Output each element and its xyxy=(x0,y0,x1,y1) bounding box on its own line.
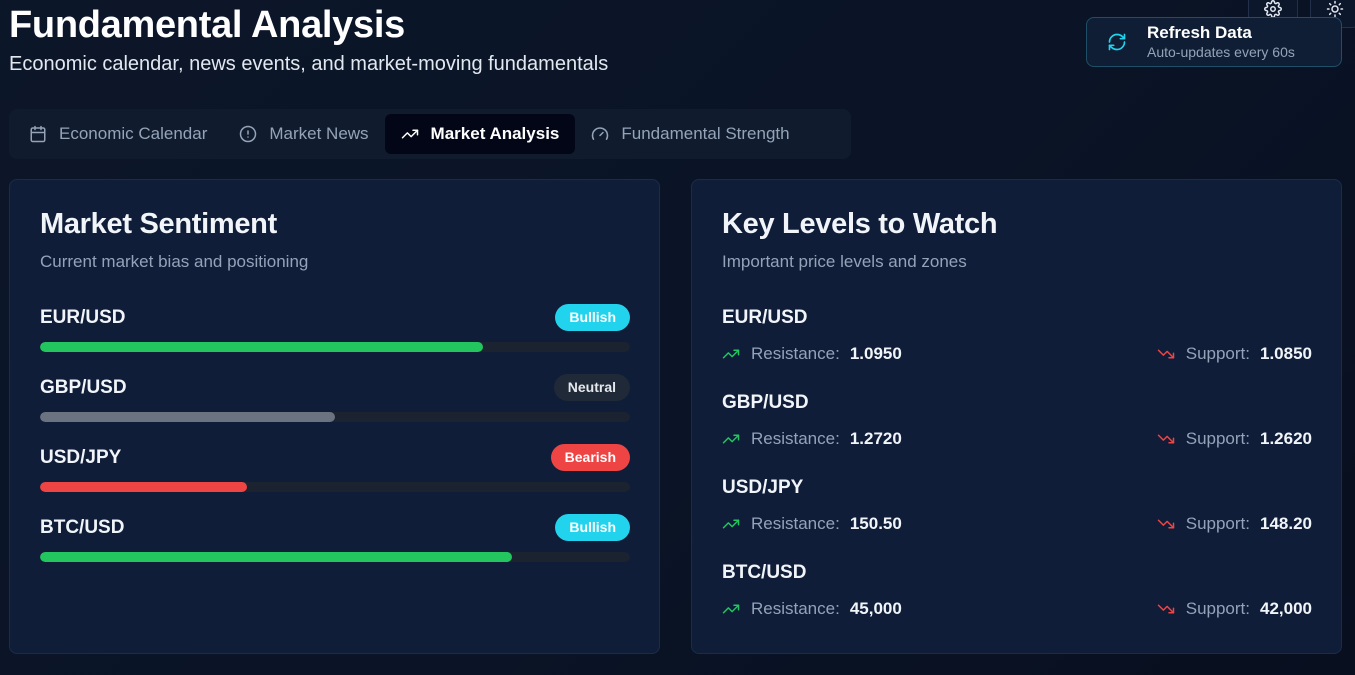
trending-up-icon xyxy=(401,129,418,139)
resistance-line: Resistance: 1.2720 xyxy=(722,427,902,451)
support-line: Support: 1.0850 xyxy=(1157,342,1312,366)
card-title: Market Sentiment xyxy=(40,208,277,240)
sentiment-bar-track xyxy=(40,342,630,352)
support-label: Support: xyxy=(1185,514,1250,533)
alert-circle-icon xyxy=(240,125,257,143)
calendar-icon xyxy=(30,125,46,143)
sentiment-row: GBP/USD Neutral xyxy=(40,374,630,434)
sentiment-badge: Neutral xyxy=(553,374,630,401)
card-description: Current market bias and positioning xyxy=(40,252,309,271)
level-block: GBP/USD Resistance: 1.2720 Support: 1.26… xyxy=(722,389,1312,469)
level-block: BTC/USD Resistance: 45,000 Support: 42,0… xyxy=(722,559,1312,639)
level-block: EUR/USD Resistance: 1.0950 Support: 1.08… xyxy=(722,304,1312,384)
resistance-line: Resistance: 1.0950 xyxy=(722,342,902,366)
sentiment-badge: Bullish xyxy=(555,304,630,331)
resistance-label: Resistance: xyxy=(751,344,840,363)
support-line: Support: 148.20 xyxy=(1157,512,1312,536)
resistance-line: Resistance: 150.50 xyxy=(722,512,902,536)
trending-up-icon xyxy=(722,604,740,614)
trending-down-icon xyxy=(1157,604,1174,614)
tab-label: Fundamental Strength xyxy=(621,124,790,143)
tab-label: Market News xyxy=(269,124,369,143)
support-value: 42,000 xyxy=(1260,599,1312,618)
refresh-title: Refresh Data xyxy=(1147,23,1252,42)
resistance-label: Resistance: xyxy=(751,429,840,448)
tab-market-news[interactable]: Market News xyxy=(223,114,384,154)
gear-icon xyxy=(1264,0,1282,18)
support-value: 1.0850 xyxy=(1260,344,1312,363)
trending-up-icon xyxy=(722,434,740,444)
resistance-value: 1.2720 xyxy=(849,429,902,448)
sentiment-bar-track xyxy=(40,412,630,422)
resistance-label: Resistance: xyxy=(751,514,840,533)
pair-label: GBP/USD xyxy=(40,377,127,398)
sentiment-bar-fill xyxy=(40,482,247,492)
support-value: 1.2620 xyxy=(1260,429,1312,448)
sentiment-row: USD/JPY Bearish xyxy=(40,444,630,504)
resistance-line: Resistance: 45,000 xyxy=(722,597,902,621)
sun-icon xyxy=(1326,0,1344,18)
tab-economic-calendar[interactable]: Economic Calendar xyxy=(13,114,223,154)
sentiment-bar-track xyxy=(40,552,630,562)
card-title: Key Levels to Watch xyxy=(722,208,998,240)
tab-label: Market Analysis xyxy=(430,124,560,143)
tab-market-analysis[interactable]: Market Analysis xyxy=(384,114,576,154)
trending-up-icon xyxy=(722,349,740,359)
tab-label: Economic Calendar xyxy=(59,124,208,143)
pair-label: EUR/USD xyxy=(722,307,808,328)
level-block: USD/JPY Resistance: 150.50 Support: 148.… xyxy=(722,474,1312,554)
pair-label: USD/JPY xyxy=(722,477,804,498)
sentiment-badge: Bullish xyxy=(555,514,630,541)
sentiment-bar-track xyxy=(40,482,630,492)
pair-label: USD/JPY xyxy=(40,447,122,468)
resistance-value: 45,000 xyxy=(849,599,902,618)
support-label: Support: xyxy=(1185,429,1250,448)
card-description: Important price levels and zones xyxy=(722,252,967,271)
support-line: Support: 1.2620 xyxy=(1157,427,1312,451)
resistance-value: 150.50 xyxy=(849,514,902,533)
sentiment-row: EUR/USD Bullish xyxy=(40,304,630,364)
resistance-value: 1.0950 xyxy=(849,344,902,363)
resistance-label: Resistance: xyxy=(751,599,840,618)
sentiment-bar-fill xyxy=(40,412,335,422)
trending-down-icon xyxy=(1157,349,1174,359)
support-label: Support: xyxy=(1185,599,1250,618)
sentiment-row: BTC/USD Bullish xyxy=(40,514,630,574)
support-line: Support: 42,000 xyxy=(1157,597,1312,621)
trending-up-icon xyxy=(722,519,740,529)
trending-down-icon xyxy=(1157,519,1174,529)
sentiment-bar-fill xyxy=(40,552,512,562)
market-sentiment-card: Market Sentiment Current market bias and… xyxy=(9,179,660,654)
pair-label: EUR/USD xyxy=(40,307,126,328)
tab-bar: Economic Calendar Market News Market Ana… xyxy=(9,109,851,159)
refresh-data-button[interactable]: Refresh Data Auto-updates every 60s xyxy=(1086,17,1342,67)
support-label: Support: xyxy=(1185,344,1250,363)
refresh-subtitle: Auto-updates every 60s xyxy=(1147,44,1295,60)
trending-down-icon xyxy=(1157,434,1174,444)
page-title: Fundamental Analysis xyxy=(9,4,405,46)
key-levels-card: Key Levels to Watch Important price leve… xyxy=(691,179,1342,654)
gauge-icon xyxy=(592,127,609,140)
pair-label: BTC/USD xyxy=(722,562,807,583)
sentiment-bar-fill xyxy=(40,342,483,352)
pair-label: BTC/USD xyxy=(40,517,125,538)
page-subtitle: Economic calendar, news events, and mark… xyxy=(9,53,609,75)
support-value: 148.20 xyxy=(1260,514,1312,533)
refresh-icon xyxy=(1108,33,1126,51)
tab-fundamental-strength[interactable]: Fundamental Strength xyxy=(575,114,805,154)
pair-label: GBP/USD xyxy=(722,392,809,413)
sentiment-badge: Bearish xyxy=(550,444,630,471)
